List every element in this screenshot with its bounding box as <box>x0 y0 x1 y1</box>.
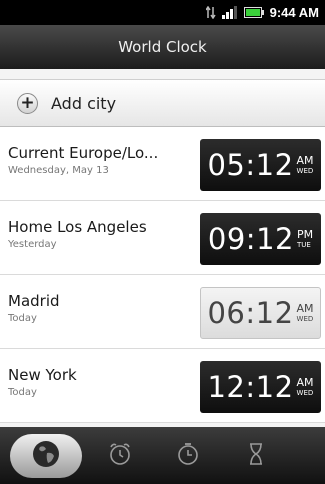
city-name: New York <box>8 366 77 384</box>
city-date: Yesterday <box>8 239 57 250</box>
city-list: + Add city Current Europe/Lo... Wednesda… <box>0 69 325 427</box>
clock-time: 09:12 <box>207 222 294 256</box>
clock-time: 05:12 <box>207 148 294 182</box>
clock-ampm: PM <box>296 228 314 241</box>
city-row-new-york[interactable]: New York Today 12:12 AM WED <box>0 349 325 423</box>
city-date: Today <box>8 313 37 324</box>
bottom-tab-bar <box>0 427 325 484</box>
clock-ampm: AM <box>296 376 314 389</box>
city-row-home[interactable]: Home Los Angeles Yesterday 09:12 PM TUE <box>0 201 325 275</box>
stopwatch-icon <box>175 441 201 471</box>
city-date: Wednesday, May 13 <box>8 165 109 176</box>
city-name: Current Europe/Lo... <box>8 144 159 162</box>
add-icon: + <box>17 92 38 114</box>
tab-timer[interactable] <box>226 434 286 478</box>
status-bar: 9:44 AM <box>0 0 325 25</box>
battery-icon <box>243 7 264 18</box>
add-city-label: Add city <box>51 93 117 113</box>
tab-alarm[interactable] <box>90 434 150 478</box>
clock-ampm: AM <box>296 154 314 167</box>
clock-display: 05:12 AM WED <box>200 139 321 191</box>
city-row-current[interactable]: Current Europe/Lo... Wednesday, May 13 0… <box>0 127 325 201</box>
signal-arrows-icon <box>205 6 216 19</box>
alarm-clock-icon <box>107 441 133 471</box>
status-time: 9:44 AM <box>269 5 319 20</box>
clock-day: WED <box>296 167 314 175</box>
clock-day: TUE <box>296 241 311 249</box>
timer-icon <box>243 441 269 471</box>
clock-day: WED <box>296 315 314 323</box>
clock-display: 06:12 AM WED <box>200 287 321 339</box>
clock-ampm: AM <box>296 302 314 315</box>
page-title: World Clock <box>118 38 207 56</box>
clock-display: 12:12 AM WED <box>200 361 321 413</box>
clock-time: 06:12 <box>207 296 294 330</box>
globe-icon <box>31 439 61 473</box>
city-name: Madrid <box>8 292 60 310</box>
tab-stopwatch[interactable] <box>158 434 218 478</box>
title-bar: World Clock <box>0 25 325 69</box>
tab-world-clock[interactable] <box>10 433 82 478</box>
signal-strength-icon <box>221 6 238 19</box>
clock-day: WED <box>296 389 314 397</box>
city-row-madrid[interactable]: Madrid Today 06:12 AM WED <box>0 275 325 349</box>
add-city-button[interactable]: + Add city <box>0 79 325 127</box>
city-date: Today <box>8 387 37 398</box>
city-name: Home Los Angeles <box>8 218 147 236</box>
clock-time: 12:12 <box>207 370 294 404</box>
clock-display: 09:12 PM TUE <box>200 213 321 265</box>
